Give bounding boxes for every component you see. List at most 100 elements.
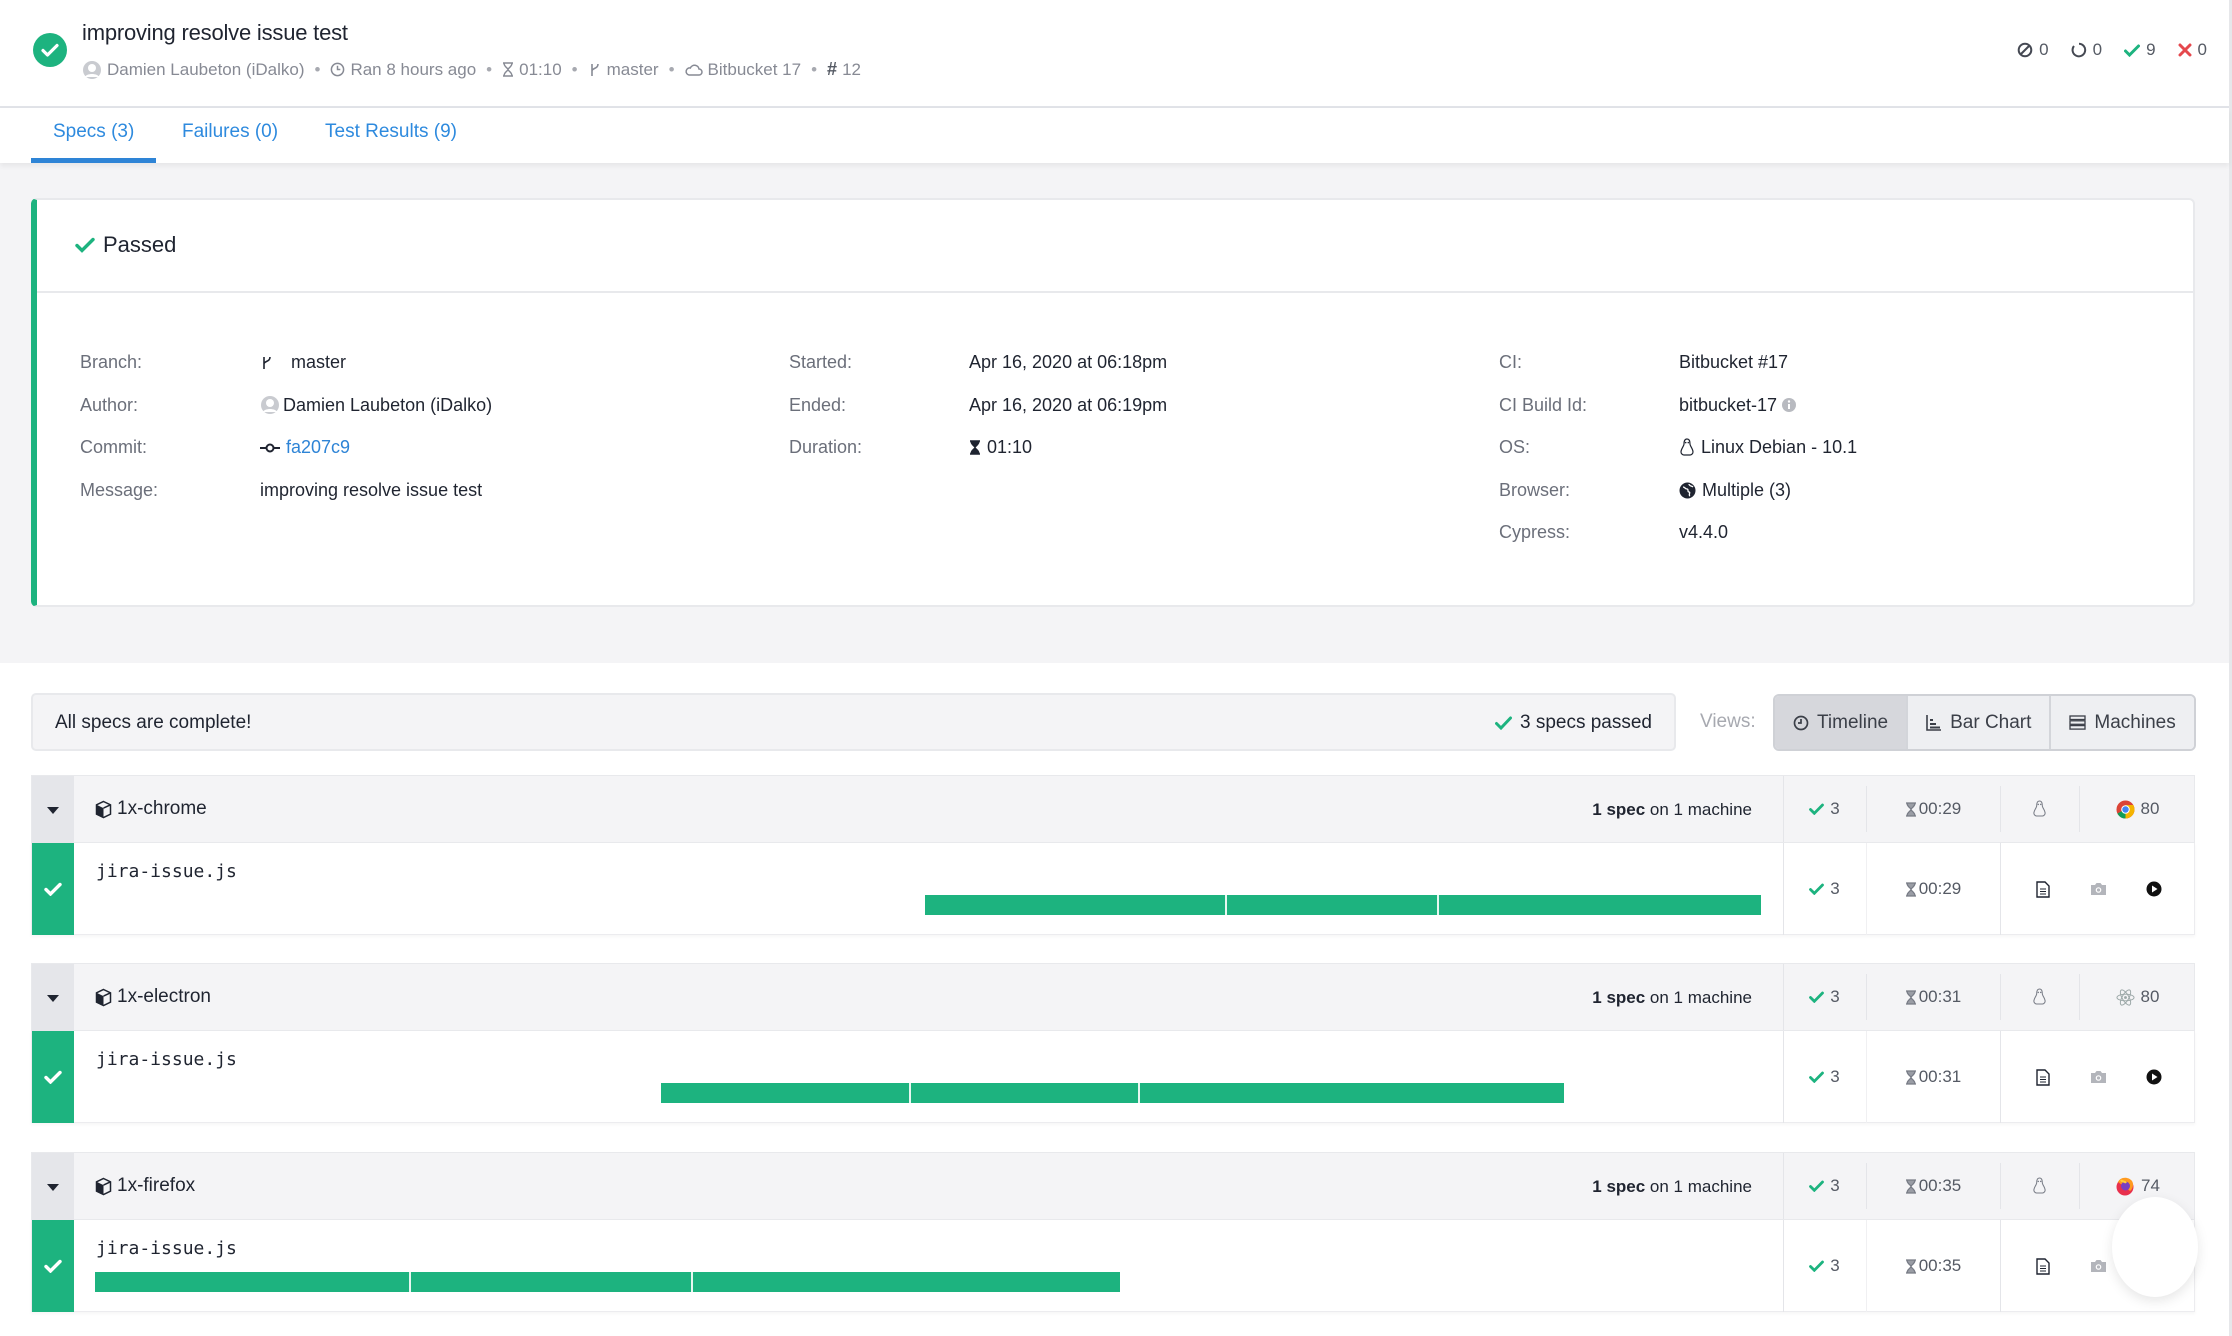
info-icon[interactable]: [1781, 397, 1797, 413]
spec-file-name[interactable]: jira-issue.js: [96, 1238, 237, 1259]
banner-message: All specs are complete!: [55, 712, 252, 733]
tab-failures[interactable]: Failures (0): [160, 121, 300, 163]
timeline-test-bar[interactable]: [1438, 895, 1761, 915]
view-output-button[interactable]: [2031, 1220, 2055, 1312]
summary-col-middle: Started: Apr 16, 2020 at 06:18pm Ended: …: [789, 352, 1167, 480]
hourglass-icon: [502, 62, 514, 77]
run-author[interactable]: Damien Laubeton (iDalko): [82, 60, 305, 80]
summary-card: Passed Branch: master Author: Damien Lau…: [31, 198, 2195, 607]
run-header: improving resolve issue test Damien Laub…: [0, 0, 2229, 108]
globe-icon: [1679, 482, 1696, 499]
chrome-icon: [2116, 799, 2135, 819]
group-passed: 3: [1783, 964, 1866, 1030]
play-icon: [2146, 1069, 2162, 1085]
run-ci[interactable]: Bitbucket 17: [684, 60, 801, 80]
caret-down-icon: [47, 806, 59, 814]
view-machines-button[interactable]: Machines: [2051, 696, 2194, 749]
timeline-test-bar[interactable]: [1226, 895, 1439, 915]
run-branch[interactable]: master: [588, 60, 659, 80]
commit-icon: [260, 442, 280, 454]
summary-col-left: Branch: master Author: Damien Laubeton (…: [80, 352, 492, 522]
commit-link[interactable]: fa207c9: [286, 437, 350, 458]
file-icon: [2036, 1257, 2050, 1275]
divider: [37, 291, 2193, 293]
detail-duration: Duration: 01:10: [789, 437, 1033, 457]
group-collapse-toggle[interactable]: [32, 776, 74, 844]
group-collapse-toggle[interactable]: [32, 1153, 74, 1221]
tab-specs[interactable]: Specs (3): [31, 121, 157, 163]
tab-test-results[interactable]: Test Results (9): [303, 121, 479, 163]
spec-file-name[interactable]: jira-issue.js: [96, 1049, 237, 1070]
timeline-test-bar[interactable]: [692, 1272, 1120, 1292]
group-header: 1x-chrome 1 spec on 1 machine 3 00:29 80: [31, 775, 2195, 844]
play-video-button[interactable]: [2142, 843, 2166, 935]
column-divider: [2000, 843, 2001, 935]
browser-version: 80: [2140, 799, 2160, 818]
timeline-test-bar[interactable]: [1139, 1083, 1564, 1103]
view-bar-chart-button[interactable]: Bar Chart: [1908, 696, 2052, 749]
check-icon: [44, 882, 62, 896]
avatar-icon: [82, 60, 102, 80]
hourglass-icon: [1905, 801, 1917, 817]
view-screenshots-button[interactable]: [2086, 1220, 2110, 1312]
check-icon: [1809, 1260, 1825, 1272]
clock-icon: [330, 62, 345, 77]
hourglass-icon: [1905, 1069, 1917, 1085]
group-collapse-toggle[interactable]: [32, 964, 74, 1032]
spec-group-1x-firefox: 1x-firefox 1 spec on 1 machine 3 00:35 7…: [31, 1152, 2195, 1312]
hourglass-icon: [1905, 989, 1917, 1005]
detail-ci: CI: Bitbucket #17: [1499, 352, 1789, 372]
pending-icon: [2071, 42, 2087, 58]
passed-status-icon: [33, 33, 67, 67]
view-screenshots-button[interactable]: [2086, 843, 2110, 935]
view-screenshots-button[interactable]: [2086, 1031, 2110, 1123]
detail-ended: Ended: Apr 16, 2020 at 06:19pm: [789, 394, 1168, 415]
view-output-button[interactable]: [2031, 1031, 2055, 1123]
group-header: 1x-firefox 1 spec on 1 machine 3 00:35 7…: [31, 1152, 2195, 1221]
group-header: 1x-electron 1 spec on 1 machine 3 00:31 …: [31, 963, 2195, 1032]
camera-icon: [2090, 882, 2107, 896]
detail-commit: Commit: fa207c9: [80, 437, 351, 458]
group-passed: 3: [1783, 776, 1866, 842]
spec-duration: 00:31: [1866, 1031, 2000, 1123]
spec-passed: 3: [1783, 843, 1866, 935]
branch-icon: [588, 62, 602, 78]
passed-count: 9: [2124, 40, 2156, 60]
group-duration: 00:35: [1866, 1153, 2000, 1219]
group-duration: 00:31: [1866, 964, 2000, 1030]
group-summary: 1 spec on 1 machine: [1592, 1177, 1752, 1196]
cube-icon: [94, 988, 113, 1007]
timeline-test-bar[interactable]: [411, 1272, 693, 1292]
spec-row[interactable]: jira-issue.js 3 00:29: [31, 843, 2195, 935]
separator: •: [486, 59, 493, 79]
timeline-test-bar[interactable]: [95, 1272, 412, 1292]
play-video-button[interactable]: [2142, 1031, 2166, 1123]
view-output-button[interactable]: [2031, 843, 2055, 935]
summary-status-label: Passed: [103, 232, 177, 257]
spec-status-passed: [32, 1031, 74, 1123]
detail-branch: Branch: master: [80, 352, 347, 372]
hourglass-icon: [969, 440, 981, 455]
detail-ci-build-id: CI Build Id: bitbucket-17: [1499, 395, 1857, 438]
firefox-icon: [2115, 1176, 2135, 1196]
spec-file-name[interactable]: jira-issue.js: [96, 861, 237, 882]
view-timeline-button[interactable]: Timeline: [1775, 696, 1909, 749]
check-icon: [44, 1259, 62, 1273]
column-divider: [2000, 1220, 2001, 1312]
group-name: 1x-chrome: [94, 798, 207, 820]
timeline-test-bar[interactable]: [660, 1083, 911, 1103]
spec-row[interactable]: jira-issue.js 3 00:31: [31, 1031, 2195, 1123]
separator: •: [571, 59, 578, 79]
run-branch-name: master: [606, 59, 659, 79]
skipped-count: 0: [2017, 40, 2049, 60]
detail-browser: Browser: Multiple (3): [1499, 479, 1792, 500]
timeline-test-bar[interactable]: [910, 1083, 1140, 1103]
timeline-test-bar[interactable]: [925, 895, 1227, 915]
linux-icon: [2032, 1177, 2047, 1195]
group-os: [2000, 776, 2079, 842]
camera-icon: [2090, 1259, 2107, 1273]
spec-row[interactable]: jira-issue.js 3 00:35: [31, 1220, 2195, 1312]
run-author-name: Damien Laubeton (iDalko): [107, 59, 305, 79]
timeline-track: [95, 1272, 1761, 1292]
run-tabs: Specs (3) Failures (0) Test Results (9): [0, 108, 2229, 163]
